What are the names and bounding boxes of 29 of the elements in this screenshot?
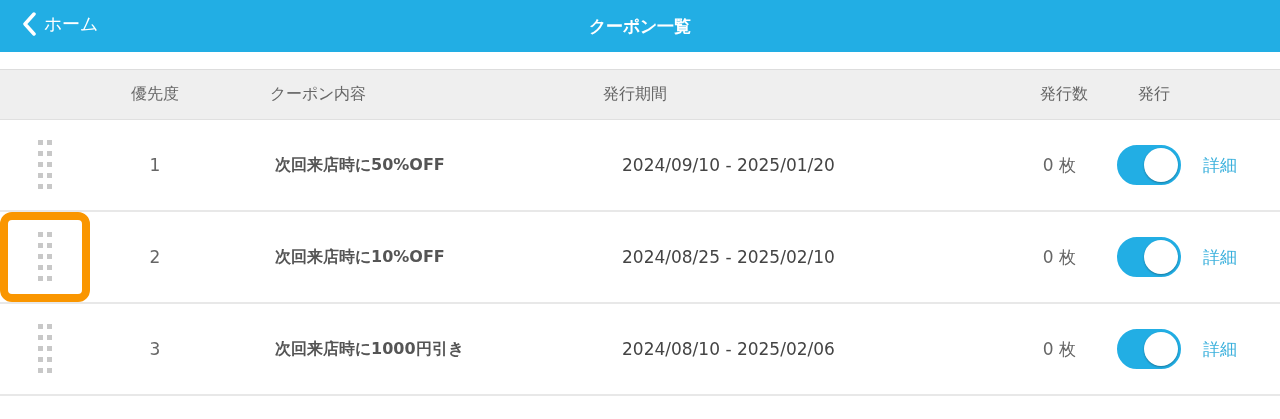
detail-link[interactable]: 詳細 [1203, 337, 1237, 361]
issue-toggle[interactable] [1117, 237, 1181, 277]
coupon-title: 次回来店時に10%OFF [275, 246, 445, 268]
detail-link[interactable]: 詳細 [1203, 245, 1237, 269]
detail-link[interactable]: 詳細 [1203, 153, 1237, 177]
column-header: 発行期間 [603, 84, 667, 105]
coupon-title: 次回来店時に1000円引き [275, 338, 464, 360]
column-header: クーポン内容 [270, 84, 366, 105]
coupon-title: 次回来店時に50%OFF [275, 154, 445, 176]
count-cell: 0 枚 [1042, 153, 1076, 177]
period-cell: 2024/08/10 - 2025/02/06 [622, 339, 835, 359]
column-header: 発行 [1138, 84, 1170, 105]
page-title: クーポン一覧 [589, 14, 691, 38]
drag-handle-icon[interactable] [38, 140, 52, 190]
period-cell: 2024/09/10 - 2025/01/20 [622, 155, 835, 175]
drag-handle-icon[interactable] [38, 324, 52, 374]
issue-toggle[interactable] [1117, 329, 1181, 369]
priority-cell: 1 [149, 155, 161, 175]
drag-handle-icon[interactable] [38, 232, 52, 282]
back-button[interactable]: ホーム [22, 12, 98, 36]
back-chevron-icon [22, 12, 36, 36]
priority-cell: 2 [149, 247, 161, 267]
count-cell: 0 枚 [1042, 337, 1076, 361]
issue-toggle[interactable] [1117, 145, 1181, 185]
column-header: 発行数 [1040, 84, 1088, 105]
column-header: 優先度 [131, 84, 179, 105]
priority-cell: 3 [149, 339, 161, 359]
count-cell: 0 枚 [1042, 245, 1076, 269]
period-cell: 2024/08/25 - 2025/02/10 [622, 247, 835, 267]
